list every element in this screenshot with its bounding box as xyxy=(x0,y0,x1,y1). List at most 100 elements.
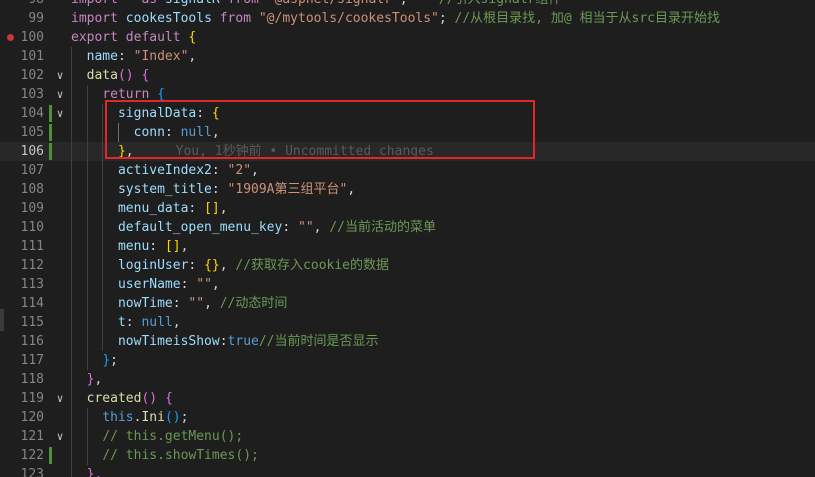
code-line[interactable]: 111 menu: [], xyxy=(0,237,815,256)
code-token: : xyxy=(219,334,228,349)
code-text[interactable]: import cookesTools from "@/mytools/cooke… xyxy=(71,9,720,28)
line-number: 107 xyxy=(20,163,44,178)
line-number: 104 xyxy=(20,106,44,121)
code-line[interactable]: 120 this.Ini(); xyxy=(0,408,815,427)
code-token: this xyxy=(102,410,134,425)
code-token: created xyxy=(86,391,142,406)
code-token: // this.getMenu(); xyxy=(102,429,244,444)
code-token: , xyxy=(172,315,181,330)
fold-chevron-icon[interactable]: ∨ xyxy=(54,389,66,408)
code-token: loginUser xyxy=(117,258,189,273)
git-change-indicator[interactable] xyxy=(49,447,52,464)
code-token: : xyxy=(180,277,197,292)
code-text[interactable]: system_title: "1909A第三组平台", xyxy=(71,180,355,199)
code-text[interactable]: nowTime: "", //动态时间 xyxy=(71,294,287,313)
code-text[interactable]: loginUser: {}, //获取存入cookie的数据 xyxy=(71,256,389,275)
indent-guide xyxy=(102,104,104,351)
fold-chevron-icon[interactable]: ∨ xyxy=(54,427,66,446)
line-number: 99 xyxy=(28,11,44,26)
code-line[interactable]: 98 import * as signalR from "@aspnet/sign… xyxy=(0,0,815,9)
code-token: from xyxy=(219,11,252,26)
code-text[interactable]: import * as signalR from "@aspnet/signal… xyxy=(71,0,561,9)
code-text[interactable]: nowTimeisShow:true//当前时间是否显示 xyxy=(71,332,379,351)
code-line[interactable]: 114 nowTime: "", //动态时间 xyxy=(0,294,815,313)
code-text[interactable]: created() { xyxy=(71,389,173,408)
line-number: 100 xyxy=(20,30,44,45)
code-text[interactable]: }; xyxy=(71,351,118,370)
code-line[interactable]: 115 t: null, xyxy=(0,313,815,332)
code-line[interactable]: 121 ∨ // this.getMenu(); xyxy=(0,427,815,446)
code-token: // this.showTimes(); xyxy=(102,448,259,463)
code-line[interactable]: 109 menu_data: [], xyxy=(0,199,815,218)
code-text[interactable]: menu_data: [], xyxy=(71,199,228,218)
code-token: //当前活动的菜单 xyxy=(329,220,436,235)
code-line[interactable]: 123 }, xyxy=(0,465,815,477)
code-text[interactable]: export default { xyxy=(71,28,196,47)
git-change-indicator[interactable] xyxy=(49,124,52,141)
code-token: //当前时间是否显示 xyxy=(258,334,379,349)
code-text[interactable]: data() { xyxy=(71,66,150,85)
git-change-indicator[interactable] xyxy=(49,143,52,160)
breakpoint-icon[interactable] xyxy=(7,34,14,41)
code-text[interactable]: // this.getMenu(); xyxy=(71,427,243,446)
code-editor[interactable]: 98 import * as signalR from "@aspnet/sign… xyxy=(0,0,815,477)
indent-guide xyxy=(86,408,88,465)
code-token: activeIndex2 xyxy=(117,163,212,178)
code-text[interactable]: activeIndex2: "2", xyxy=(71,161,259,180)
code-line[interactable]: 101 name: "Index", xyxy=(0,47,815,66)
code-line[interactable]: 108 system_title: "1909A第三组平台", xyxy=(0,180,815,199)
code-text[interactable]: }, xyxy=(71,370,103,389)
code-token: default xyxy=(125,30,181,45)
fold-chevron-icon[interactable]: ∨ xyxy=(54,104,66,123)
code-line[interactable]: 100 export default { xyxy=(0,28,815,47)
code-token: import xyxy=(71,0,118,7)
code-token: [] xyxy=(204,201,220,216)
code-line[interactable]: 110 default_open_menu_key: "", //当前活动的菜单 xyxy=(0,218,815,237)
code-line[interactable]: 122 // this.showTimes(); xyxy=(0,446,815,465)
code-token: cookesTools xyxy=(125,11,212,26)
code-line[interactable]: 107 activeIndex2: "2", xyxy=(0,161,815,180)
fold-chevron-icon[interactable]: ∨ xyxy=(54,66,66,85)
git-change-indicator[interactable] xyxy=(49,105,52,122)
code-token: ; xyxy=(110,353,118,368)
code-line[interactable]: 119 ∨ created() { xyxy=(0,389,815,408)
code-text[interactable]: name: "Index", xyxy=(71,47,197,66)
code-text[interactable]: }, xyxy=(71,465,103,477)
code-line[interactable]: 117 }; xyxy=(0,351,815,370)
code-token: { xyxy=(164,391,173,406)
code-text[interactable]: menu: [], xyxy=(71,237,188,256)
line-number: 110 xyxy=(20,220,44,235)
code-line[interactable]: 118 }, xyxy=(0,370,815,389)
code-text[interactable]: userName: "", xyxy=(71,275,220,294)
code-text[interactable]: // this.showTimes(); xyxy=(71,446,259,465)
indent-guide xyxy=(71,47,72,477)
code-text[interactable]: this.Ini(); xyxy=(71,408,188,427)
code-token: : xyxy=(117,49,134,64)
code-line[interactable]: 102 ∨ data() { xyxy=(0,66,815,85)
code-token: : xyxy=(211,182,228,197)
code-line[interactable]: 116 nowTimeisShow:true//当前时间是否显示 xyxy=(0,332,815,351)
code-token: menu_data xyxy=(117,201,189,216)
line-number: 121 xyxy=(20,429,44,444)
code-token: ; xyxy=(400,0,439,7)
code-token: "@/mytools/cookesTools" xyxy=(258,11,439,26)
line-number: 108 xyxy=(20,182,44,197)
code-text[interactable]: default_open_menu_key: "", //当前活动的菜单 xyxy=(71,218,436,237)
code-token: t xyxy=(117,315,126,330)
code-line[interactable]: 113 userName: "", xyxy=(0,275,815,294)
code-line[interactable]: 99 import cookesTools from "@/mytools/coo… xyxy=(0,9,815,28)
code-token: "@aspnet/signalr" xyxy=(267,0,400,7)
fold-chevron-icon[interactable]: ∨ xyxy=(54,85,66,104)
code-token: "" xyxy=(196,277,212,292)
code-line[interactable]: 112 loginUser: {}, //获取存入cookie的数据 xyxy=(0,256,815,275)
